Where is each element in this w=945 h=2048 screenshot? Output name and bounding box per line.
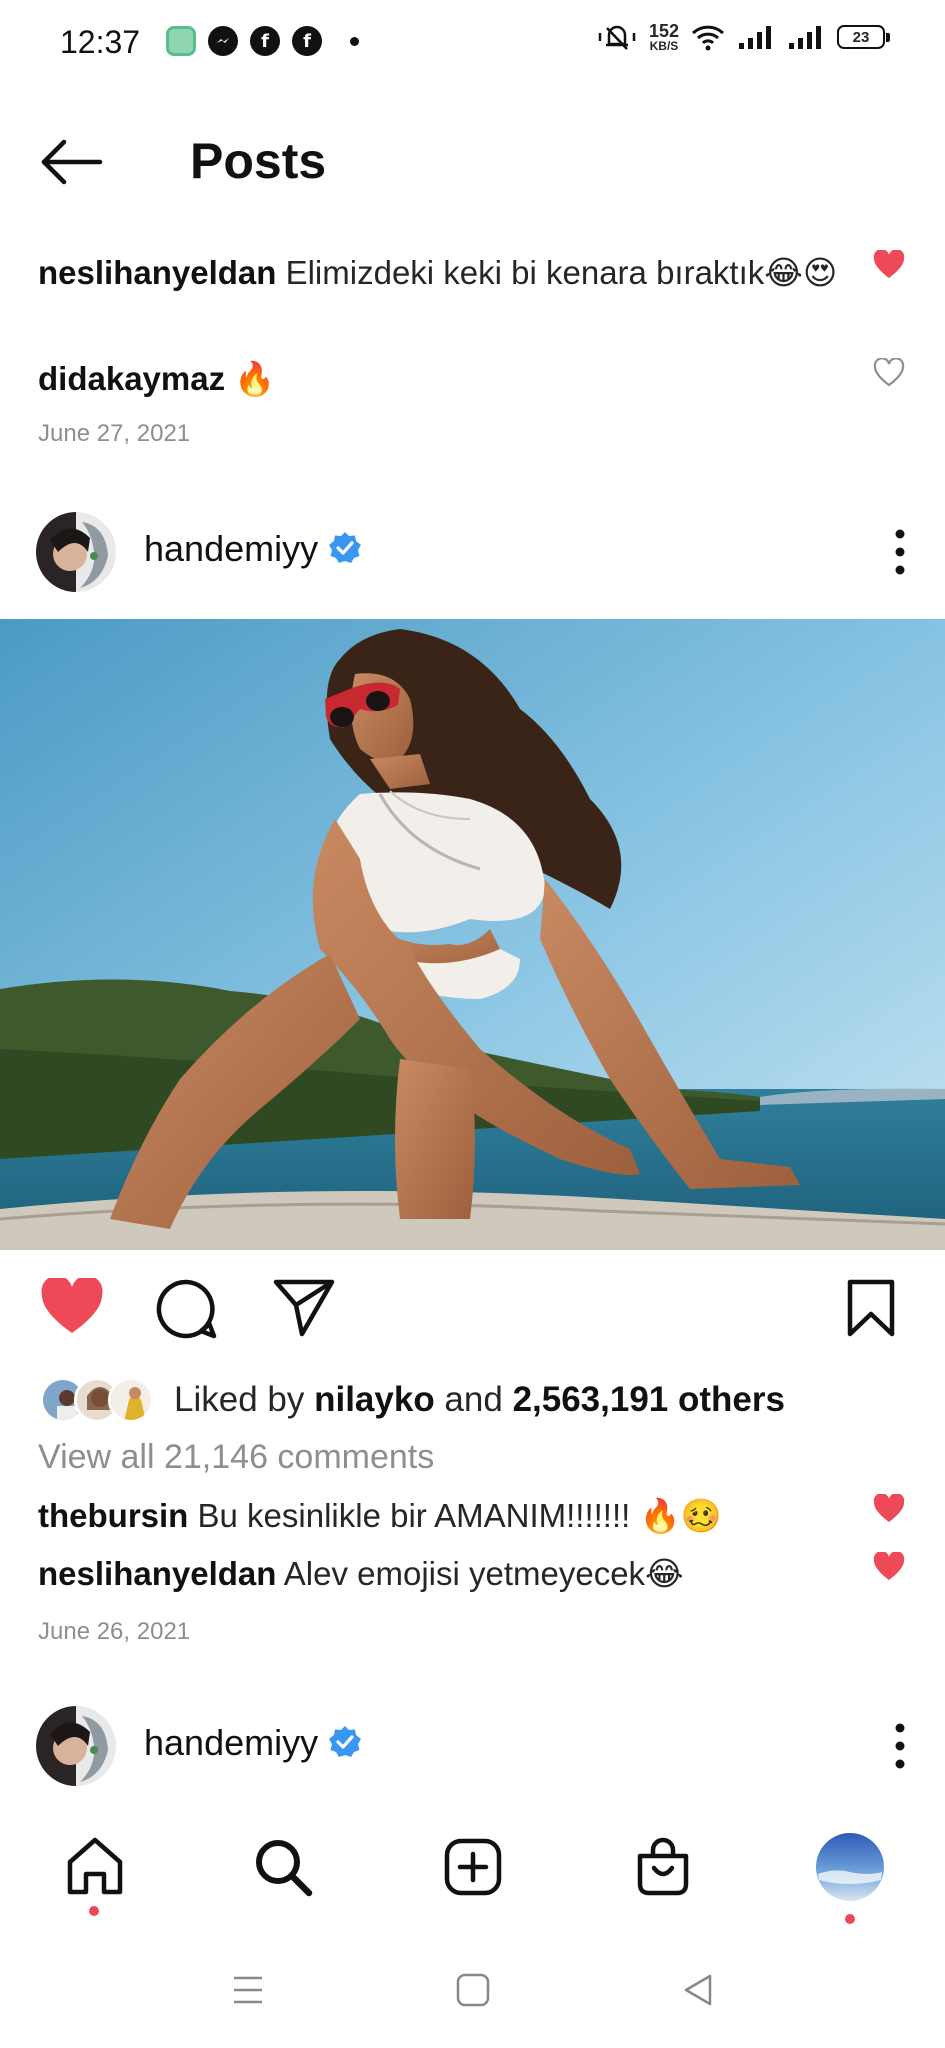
- comment-text: Bu kesinlikle bir AMANIM!!!!!!! 🔥🥴: [188, 1497, 722, 1534]
- facebook-icon: f: [250, 26, 280, 56]
- status-time: 12:37: [60, 24, 141, 60]
- net-speed: 152 KB/S: [649, 22, 679, 52]
- heart-filled-icon[interactable]: [873, 1494, 905, 1524]
- post-photo[interactable]: [0, 619, 945, 1250]
- status-right: 152 KB/S 23: [597, 22, 890, 52]
- menu-icon[interactable]: [226, 1968, 270, 2012]
- likes-first-user[interactable]: nilayko: [314, 1380, 435, 1419]
- post-username-text: handemiyy: [144, 1722, 319, 1763]
- liker-avatar: [108, 1377, 154, 1423]
- nav-shop[interactable]: [628, 1832, 698, 1902]
- wifi-icon: [691, 25, 725, 51]
- avatar-image: [36, 512, 116, 592]
- likes-summary[interactable]: Liked by nilayko and 2,563,191 others: [40, 1374, 785, 1426]
- mute-vibrate-icon: [598, 25, 636, 50]
- view-all-comments-link[interactable]: View all 21,146 comments: [38, 1438, 434, 1477]
- messenger-icon: [208, 26, 238, 56]
- post-date: June 26, 2021: [38, 1618, 191, 1645]
- net-speed-value: 152: [648, 21, 679, 41]
- page-title: Posts: [190, 133, 327, 189]
- system-navigation-bar: [0, 1948, 945, 2028]
- profile-avatar: [816, 1833, 884, 1901]
- post-date: June 27, 2021: [38, 420, 191, 447]
- facebook-icon: f: [292, 26, 322, 56]
- nav-create[interactable]: [438, 1832, 508, 1902]
- post-image: [0, 619, 945, 1250]
- comment-username[interactable]: neslihanyeldan: [38, 1555, 276, 1592]
- verified-badge-icon: [329, 1726, 362, 1757]
- signal-icon: [739, 26, 771, 49]
- nav-home[interactable]: [60, 1832, 130, 1902]
- heart-outline-icon[interactable]: [873, 358, 905, 388]
- comment-icon[interactable]: [156, 1278, 218, 1340]
- search-icon: [256, 1840, 313, 1897]
- save-bookmark-icon[interactable]: [846, 1278, 896, 1338]
- avatar[interactable]: [36, 512, 116, 592]
- back-triangle-icon[interactable]: [676, 1968, 720, 2012]
- top-header: Posts: [0, 104, 945, 212]
- comment-text: Elimizdeki keki bi kenara bıraktık😂😍: [276, 254, 838, 291]
- like-heart-icon[interactable]: [40, 1278, 104, 1336]
- post-username[interactable]: handemiyy: [144, 1722, 362, 1764]
- heart-filled-icon[interactable]: [873, 250, 905, 280]
- signal-icon: [789, 26, 821, 49]
- share-send-icon[interactable]: [272, 1278, 336, 1338]
- more-options-icon[interactable]: [885, 1716, 915, 1776]
- notification-dot-icon: [350, 36, 359, 46]
- comment-username[interactable]: didakaymaz: [38, 360, 225, 397]
- home-notification-dot: [89, 1906, 99, 1916]
- comment-text: 🔥: [225, 360, 276, 397]
- nav-profile[interactable]: [815, 1832, 885, 1902]
- post-username[interactable]: handemiyy: [144, 528, 362, 570]
- likes-text: Liked by nilayko and 2,563,191 others: [174, 1380, 785, 1420]
- heart-filled-icon[interactable]: [873, 1552, 905, 1582]
- back-arrow-icon: [41, 139, 103, 185]
- likes-middle: and: [434, 1380, 513, 1419]
- battery-icon: 23: [837, 25, 890, 49]
- comment: neslihanyeldan Elimizdeki keki bi kenara…: [38, 250, 858, 296]
- home-square-icon[interactable]: [451, 1968, 495, 2012]
- chat-bubble-icon: [166, 26, 196, 56]
- net-speed-unit: KB/S: [649, 39, 679, 53]
- back-button[interactable]: [36, 134, 106, 190]
- comment: didakaymaz 🔥: [38, 356, 858, 402]
- avatar-image: [36, 1706, 116, 1786]
- profile-notification-dot: [845, 1914, 855, 1924]
- shop-bag-icon: [637, 1837, 689, 1896]
- post-header: handemiyy: [0, 1706, 945, 1788]
- comment: thebursin Bu kesinlikle bir AMANIM!!!!!!…: [38, 1493, 858, 1539]
- status-app-icons: f f: [166, 26, 359, 56]
- avatar[interactable]: [36, 1706, 116, 1786]
- comment-username[interactable]: neslihanyeldan: [38, 254, 276, 291]
- likes-prefix: Liked by: [174, 1380, 315, 1419]
- comment-username[interactable]: thebursin: [38, 1497, 188, 1534]
- post-header: handemiyy: [0, 512, 945, 594]
- post-username-text: handemiyy: [144, 528, 319, 569]
- likes-count[interactable]: 2,563,191 others: [513, 1380, 785, 1419]
- add-post-icon: [444, 1838, 502, 1896]
- nav-search[interactable]: [248, 1832, 318, 1902]
- more-options-icon[interactable]: [885, 522, 915, 582]
- bottom-navigation: [0, 1810, 945, 1930]
- home-icon: [67, 1837, 123, 1895]
- comment: neslihanyeldan Alev emojisi yetmeyecek😂: [38, 1551, 858, 1597]
- comment-text: Alev emojisi yetmeyecek😂: [276, 1555, 684, 1592]
- verified-badge-icon: [329, 532, 362, 563]
- status-bar: 12:37 f f 152 KB/S 23: [0, 0, 945, 84]
